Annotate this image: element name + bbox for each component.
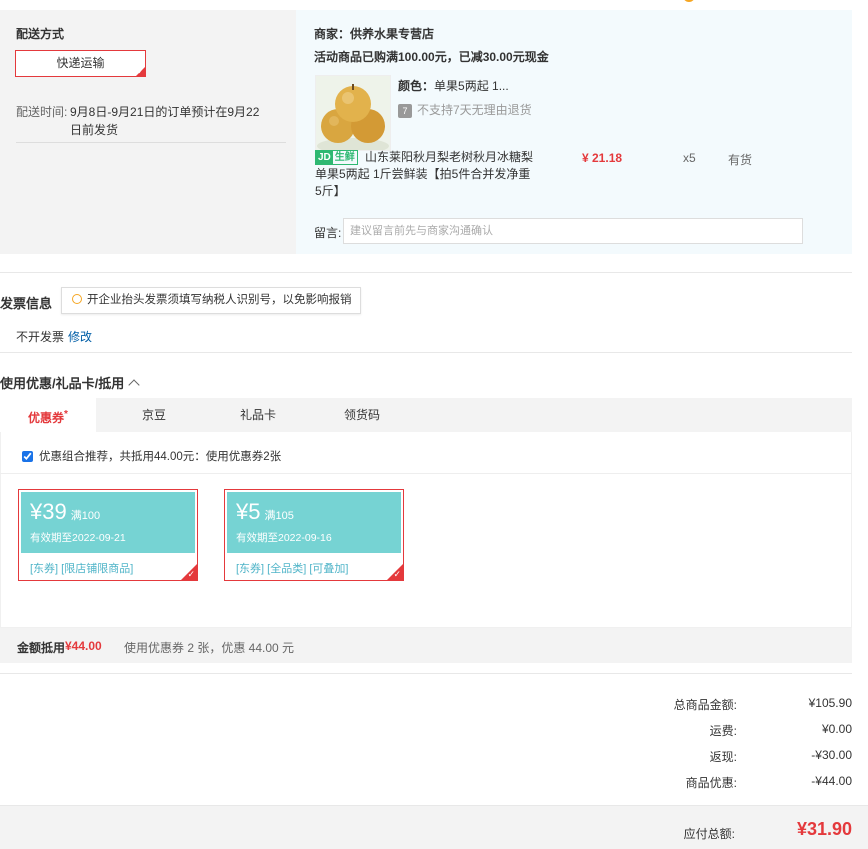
combo-recommend[interactable]: 优惠组合推荐，共抵用44.00元：使用优惠券2张 <box>22 448 281 464</box>
total-label: 商品优惠: <box>685 776 737 790</box>
merchant-name: 商家：供养水果专营店 <box>314 27 435 41</box>
payable-label: 应付总额: <box>683 827 735 841</box>
total-label: 总商品金额: <box>673 698 737 712</box>
coupon-amount-value: ¥5 <box>236 499 261 524</box>
combo-checkbox[interactable] <box>22 450 33 462</box>
total-row-goods: 总商品金额: ¥105.90 <box>552 696 852 716</box>
payable-value: ¥31.90 <box>796 819 852 839</box>
jd-fresh-icon: JD <box>316 151 333 164</box>
chevron-up-icon <box>128 379 140 391</box>
promo-text: 活动商品已购满100.00元，已减30.00元现金 <box>314 50 549 64</box>
product-color: 颜色：单果5两起 1... <box>398 77 509 94</box>
delivery-time-value: 9月8日-9月21日的订单预计在9月22日前发货 <box>70 105 260 137</box>
coupon-expiry: 有效期至2022-09-21 <box>30 532 126 544</box>
coupon-amount-value: ¥39 <box>30 499 67 524</box>
tab-gift-card[interactable]: 礼品卡 <box>210 398 306 432</box>
product-image[interactable] <box>315 75 391 151</box>
coupon-tabs: 优惠券* 京豆 礼品卡 领货码 <box>0 398 852 432</box>
required-mark: * <box>64 409 68 420</box>
message-input[interactable] <box>343 218 803 244</box>
combo-text: 优惠组合推荐，共抵用44.00元：使用优惠券2张 <box>39 451 282 463</box>
delivery-method-button[interactable]: 快递运输 ✓ <box>15 50 146 77</box>
fresh-badge: JD 生鲜 <box>315 150 358 165</box>
invoice-tip: 开企业抬头发票须填写纳税人识别号，以免影响报销 <box>61 287 361 314</box>
coupon-tags: [东券] [全品类] [可叠加] <box>236 563 349 575</box>
tab-label: 礼品卡 <box>239 408 276 422</box>
total-value: ¥0.00 <box>821 722 852 736</box>
invoice-status-text: 不开发票 <box>16 330 65 344</box>
coupon-tags: [东券] [限店铺限商品] <box>30 563 134 575</box>
coupon-summary-amount: ¥44.00 <box>65 639 102 653</box>
tab-label: 京豆 <box>141 408 166 422</box>
total-value: -¥30.00 <box>811 748 852 762</box>
total-row-shipping: 运费: ¥0.00 <box>552 722 852 742</box>
total-row-cashback: 返现: -¥30.00 <box>552 748 852 768</box>
tab-label: 优惠券 <box>28 411 65 425</box>
coupon-amount: ¥5 满105 <box>236 499 294 525</box>
fresh-badge-text: 生鲜 <box>334 152 355 163</box>
tab-label: 领货码 <box>343 408 380 422</box>
total-label: 运费: <box>709 724 737 738</box>
tab-coupons[interactable]: 优惠券* <box>0 398 96 432</box>
check-icon: ✓ <box>137 67 144 76</box>
divider <box>0 673 852 674</box>
coupon-expiry: 有效期至2022-09-16 <box>236 532 332 544</box>
tab-pickup-code[interactable]: 领货码 <box>314 398 410 432</box>
coupon-condition: 满100 <box>70 510 101 522</box>
invoice-status: 不开发票 修改 <box>16 328 92 345</box>
total-value: -¥44.00 <box>811 774 852 788</box>
coupon-summary-desc: 使用优惠券 2 张，优惠 44.00 元 <box>124 641 295 655</box>
lightbulb-icon <box>72 294 82 304</box>
delivery-time-label: 配送时间: <box>16 105 68 119</box>
check-icon: ✓ <box>187 569 195 579</box>
no-return-icon: 7 <box>398 103 412 118</box>
total-value: ¥105.90 <box>808 696 852 710</box>
delivery-title: 配送方式 <box>16 27 65 41</box>
invoice-title: 发票信息 <box>0 296 53 311</box>
coupon-card[interactable]: ¥5 满105 有效期至2022-09-16 [东券] [全品类] [可叠加] ✓ <box>224 489 404 581</box>
product-price: ¥ 21.18 <box>582 151 623 165</box>
coupon-summary-label: 金额抵用 <box>17 641 66 655</box>
color-label: 颜色： <box>398 79 435 93</box>
no-return-text: 不支持7天无理由退货 <box>417 103 532 117</box>
coupon-condition: 满105 <box>264 510 294 522</box>
total-label: 返现: <box>709 750 737 764</box>
coupon-card[interactable]: ¥39 满100 有效期至2022-09-21 [东券] [限店铺限商品] ✓ <box>18 489 198 581</box>
divider <box>0 272 852 273</box>
coupon-section-title: 使用优惠/礼品卡/抵用 <box>0 376 125 391</box>
color-value: 单果5两起 1... <box>434 79 509 93</box>
divider <box>0 352 852 353</box>
payable-bar <box>0 805 868 849</box>
coupon-amount: ¥39 满100 <box>30 499 100 525</box>
no-return-notice: 7 不支持7天无理由退货 <box>398 101 532 118</box>
message-label: 留言: <box>314 226 342 240</box>
decorative-dot <box>683 0 695 2</box>
tab-jingdou[interactable]: 京豆 <box>106 398 202 432</box>
check-icon: ✓ <box>393 569 401 579</box>
delivery-method-label: 快递运输 <box>56 56 105 70</box>
divider <box>0 473 852 474</box>
product-quantity: x5 <box>683 151 696 165</box>
divider <box>16 142 286 143</box>
coupon-section-toggle[interactable]: 使用优惠/礼品卡/抵用 <box>0 373 140 392</box>
invoice-tip-text: 开企业抬头发票须填写纳税人识别号，以免影响报销 <box>87 294 352 306</box>
product-stock: 有货 <box>728 153 753 167</box>
invoice-edit-link[interactable]: 修改 <box>68 330 92 344</box>
total-row-discount: 商品优惠: -¥44.00 <box>552 774 852 794</box>
